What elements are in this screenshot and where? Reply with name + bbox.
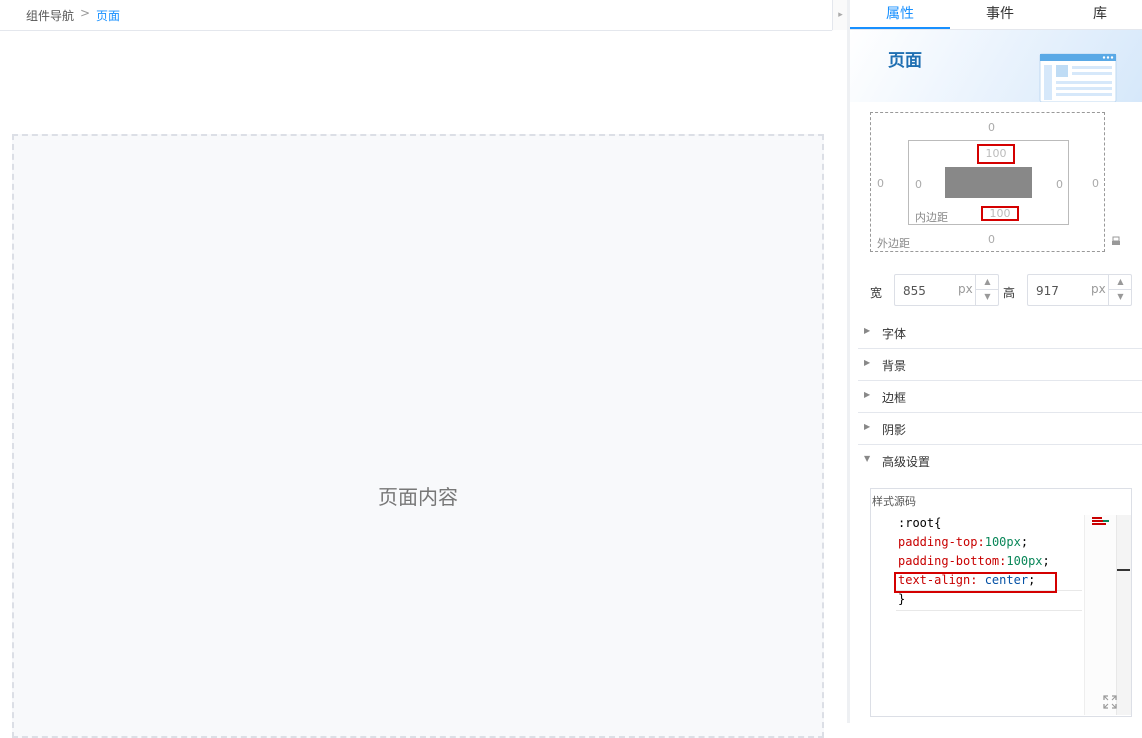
section-shadow[interactable]: ▶ 阴影 [858, 413, 1142, 445]
tab-properties[interactable]: 属性 [850, 0, 950, 29]
increment-icon[interactable]: ▲ [976, 275, 999, 290]
breadcrumb-current: 页面 [96, 9, 121, 23]
code-line[interactable]: } [898, 592, 905, 606]
component-title: 页面 [888, 51, 922, 71]
margin-left-value[interactable]: 0 [877, 177, 884, 190]
width-input[interactable]: 855 px ▲ ▼ [894, 274, 999, 306]
section-background[interactable]: ▶ 背景 [858, 349, 1142, 381]
section-label: 高级设置 [882, 455, 931, 469]
tab-events[interactable]: 事件 [950, 0, 1050, 29]
height-unit: px [1091, 282, 1106, 296]
content-box [945, 167, 1032, 198]
padding-right-value[interactable]: 0 [1056, 178, 1063, 191]
style-source-caption: 样式源码 [872, 495, 916, 508]
breadcrumb: 组件导航 > 页面 [0, 0, 832, 31]
width-value[interactable]: 855 [903, 284, 926, 298]
section-label: 边框 [882, 391, 907, 405]
page-illustration-icon [1039, 53, 1117, 102]
padding-bottom-value[interactable]: 100 [981, 206, 1019, 221]
margin-label: 外边距 [877, 237, 910, 250]
minimap-preview [1092, 517, 1109, 525]
tab-library[interactable]: 库 [1050, 0, 1142, 29]
margin-top-value[interactable]: 0 [988, 121, 995, 134]
caret-down-icon: ▼ [864, 454, 871, 463]
properties-panel: 属性 事件 库 页面 0 0 0 0 外边距 100 0 0 内边距 100 宽… [850, 0, 1142, 723]
section-label: 阴影 [882, 423, 907, 437]
margin-right-value[interactable]: 0 [1092, 177, 1099, 190]
scroll-position-marker [1117, 569, 1130, 571]
caret-right-icon: ▶ [864, 390, 871, 399]
height-value[interactable]: 917 [1036, 284, 1059, 298]
caret-right-icon: ▶ [864, 422, 871, 431]
page-content-placeholder: 页面内容 [378, 485, 458, 509]
fullscreen-icon[interactable] [1103, 695, 1117, 709]
padding-box: 100 0 0 内边距 100 [908, 140, 1069, 225]
breadcrumb-root[interactable]: 组件导航 [26, 7, 74, 24]
margin-box: 0 0 0 0 外边距 100 0 0 内边距 100 [870, 112, 1105, 252]
code-minimap[interactable] [1084, 515, 1117, 715]
highlight-box [894, 572, 1057, 593]
code-line[interactable]: padding-bottom:100px; [898, 554, 1050, 568]
width-stepper[interactable]: ▲ ▼ [975, 275, 999, 305]
section-label: 背景 [882, 359, 907, 373]
padding-label: 内边距 [915, 211, 948, 224]
code-area[interactable]: :root{ padding-top:100px; padding-bottom… [872, 514, 1084, 714]
current-line-highlight [896, 590, 1082, 611]
component-banner: 页面 [850, 30, 1142, 102]
height-input[interactable]: 917 px ▲ ▼ [1027, 274, 1132, 306]
section-font[interactable]: ▶ 字体 [858, 317, 1142, 349]
width-label: 宽 [870, 286, 883, 300]
decrement-icon[interactable]: ▼ [976, 290, 999, 304]
collapse-panel-icon[interactable]: ▸ [832, 0, 848, 30]
increment-icon[interactable]: ▲ [1109, 275, 1132, 290]
padding-left-value[interactable]: 0 [915, 178, 922, 191]
code-scrollbar[interactable] [1116, 515, 1131, 715]
margin-bottom-value[interactable]: 0 [988, 233, 995, 246]
page-area[interactable]: 页面内容 [12, 134, 824, 738]
caret-right-icon: ▶ [864, 326, 871, 335]
panel-tabs: 属性 事件 库 [850, 0, 1142, 30]
design-canvas: 页面内容 [0, 31, 847, 738]
style-source-editor[interactable]: 样式源码 :root{ padding-top:100px; padding-b… [870, 488, 1132, 717]
decrement-icon[interactable]: ▼ [1109, 290, 1132, 304]
code-line[interactable]: padding-top:100px; [898, 535, 1028, 549]
breadcrumb-separator-icon: > [80, 6, 91, 20]
width-unit: px [958, 282, 973, 296]
section-border[interactable]: ▶ 边框 [858, 381, 1142, 413]
section-label: 字体 [882, 327, 907, 341]
caret-right-icon: ▶ [864, 358, 871, 367]
padding-top-value[interactable]: 100 [977, 144, 1015, 164]
height-stepper[interactable]: ▲ ▼ [1108, 275, 1132, 305]
link-icon[interactable] [1111, 236, 1121, 246]
tab-active-indicator [850, 27, 950, 29]
section-advanced[interactable]: ▼ 高级设置 [858, 445, 1142, 476]
height-label: 高 [1003, 286, 1016, 300]
code-line[interactable]: :root{ [898, 516, 941, 530]
